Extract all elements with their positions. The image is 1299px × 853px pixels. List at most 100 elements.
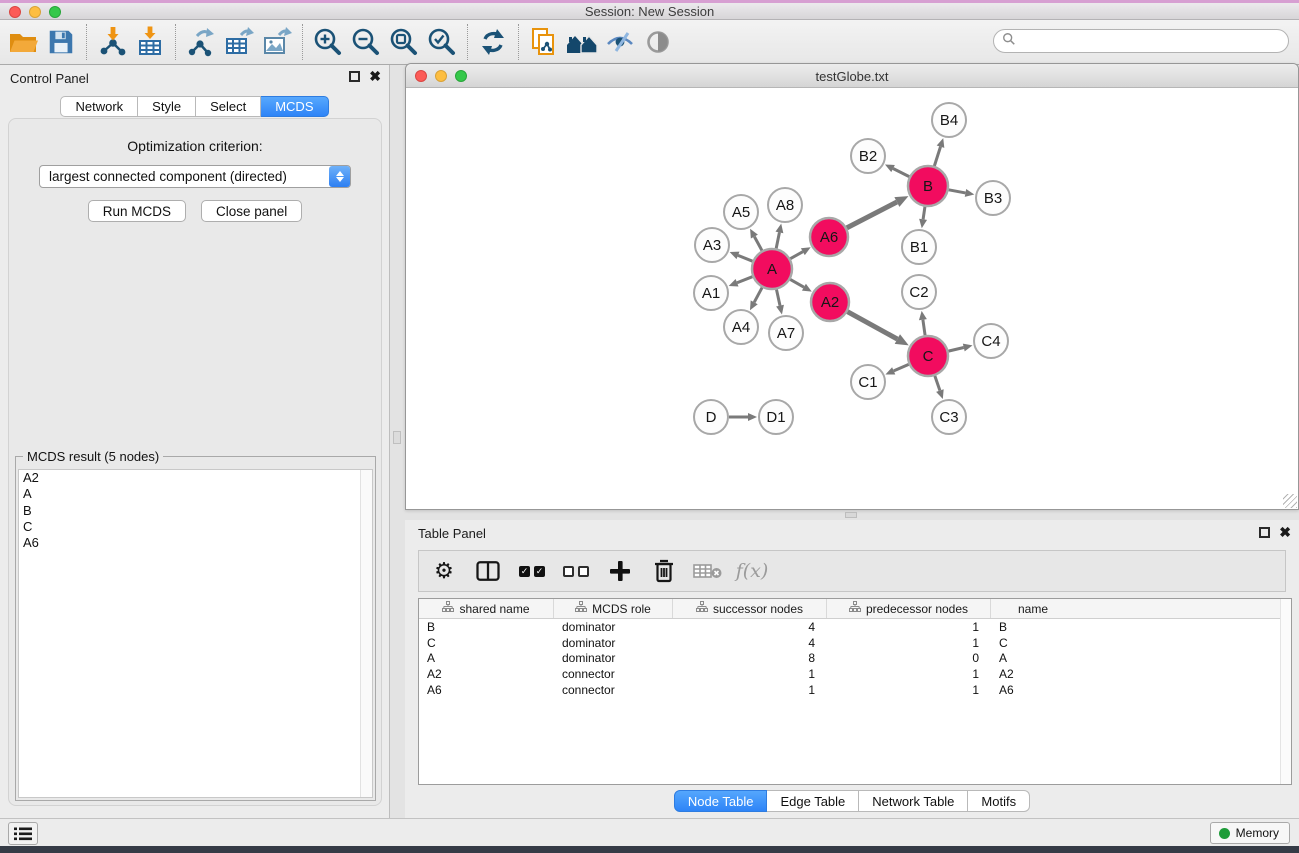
window-resize-grip[interactable] bbox=[1283, 494, 1297, 508]
graph-edge-A-A4[interactable] bbox=[754, 288, 762, 303]
zoom-in-icon[interactable] bbox=[309, 23, 347, 61]
zoom-out-icon[interactable] bbox=[347, 23, 385, 61]
table-cell[interactable]: dominator bbox=[554, 620, 673, 634]
table-cell[interactable]: 4 bbox=[673, 636, 827, 650]
graph-edge-B-B3[interactable] bbox=[949, 190, 966, 193]
table-cell[interactable]: connector bbox=[554, 683, 673, 697]
table-cell[interactable]: 1 bbox=[673, 667, 827, 681]
table-row[interactable]: Bdominator41B bbox=[419, 619, 1291, 635]
search-input[interactable] bbox=[1016, 31, 1288, 51]
open-session-icon[interactable] bbox=[4, 23, 42, 61]
table-cell[interactable]: 1 bbox=[827, 620, 991, 634]
graph-edge-A-A2[interactable] bbox=[790, 279, 804, 287]
column-header-predecessor-nodes[interactable]: predecessor nodes bbox=[827, 599, 991, 618]
graph-edge-C-C3[interactable] bbox=[935, 376, 940, 391]
table-cell[interactable]: A bbox=[991, 651, 1075, 665]
graph-edge-C-C2[interactable] bbox=[923, 320, 925, 335]
table-cell[interactable]: B bbox=[419, 620, 554, 634]
graph-edge-A-A6[interactable] bbox=[790, 252, 803, 259]
tab-select[interactable]: Select bbox=[196, 96, 261, 117]
table-row[interactable]: A6connector11A6 bbox=[419, 682, 1291, 698]
column-header-MCDS-role[interactable]: MCDS role bbox=[554, 599, 673, 618]
refresh-icon[interactable] bbox=[474, 23, 512, 61]
tab-edge-table[interactable]: Edge Table bbox=[767, 790, 859, 812]
save-session-icon[interactable] bbox=[42, 23, 80, 61]
graph-edge-A6-B[interactable] bbox=[847, 202, 897, 228]
table-options-gear-icon[interactable]: ⚙ bbox=[429, 556, 459, 586]
graph-edge-C-C4[interactable] bbox=[948, 347, 963, 351]
graph-edge-A-A8[interactable] bbox=[776, 232, 779, 248]
import-table-icon[interactable] bbox=[131, 23, 169, 61]
close-panel-button[interactable]: Close panel bbox=[201, 200, 302, 222]
add-column-icon[interactable] bbox=[605, 556, 635, 586]
deselect-all-columns-icon[interactable] bbox=[561, 556, 591, 586]
table-row[interactable]: Adominator80A bbox=[419, 650, 1291, 666]
graph-edge-A-A3[interactable] bbox=[738, 255, 753, 261]
graph-edge-B-B1[interactable] bbox=[923, 207, 925, 220]
tab-motifs[interactable]: Motifs bbox=[968, 790, 1030, 812]
table-cell[interactable]: A2 bbox=[419, 667, 554, 681]
network-window-titlebar[interactable]: testGlobe.txt bbox=[406, 64, 1298, 88]
select-all-columns-icon[interactable]: ✓✓ bbox=[517, 556, 547, 586]
splitter-grip[interactable] bbox=[393, 431, 401, 444]
network-canvas[interactable]: B4B2BB3A8A5A6A3B1AA1C2A2A4A7C4CC1C3DD1 bbox=[406, 88, 1298, 509]
close-table-panel-icon[interactable]: ✖ bbox=[1279, 527, 1291, 538]
graph-edge-C-C1[interactable] bbox=[894, 364, 909, 371]
table-row[interactable]: A2connector11A2 bbox=[419, 666, 1291, 682]
optimization-criterion-select[interactable]: largest connected component (directed) bbox=[39, 165, 351, 188]
table-cell[interactable]: 8 bbox=[673, 651, 827, 665]
tab-node-table[interactable]: Node Table bbox=[674, 790, 768, 812]
table-cell[interactable]: 4 bbox=[673, 620, 827, 634]
tab-network-table[interactable]: Network Table bbox=[859, 790, 968, 812]
show-panels-icon[interactable] bbox=[639, 23, 677, 61]
mcds-result-list[interactable]: A2ABCA6 bbox=[18, 469, 373, 798]
table-cell[interactable]: 0 bbox=[827, 651, 991, 665]
table-cell[interactable]: A6 bbox=[991, 683, 1075, 697]
run-mcds-button[interactable]: Run MCDS bbox=[88, 200, 186, 222]
table-row[interactable]: Cdominator41C bbox=[419, 635, 1291, 651]
table-cell[interactable]: 1 bbox=[673, 683, 827, 697]
tab-style[interactable]: Style bbox=[138, 96, 196, 117]
new-network-from-selection-icon[interactable] bbox=[525, 23, 563, 61]
result-list-scrollbar[interactable] bbox=[360, 470, 372, 797]
hide-panels-icon[interactable] bbox=[601, 23, 639, 61]
close-panel-icon[interactable]: ✖ bbox=[369, 71, 381, 82]
table-cell[interactable]: dominator bbox=[554, 651, 673, 665]
table-cell[interactable]: 1 bbox=[827, 667, 991, 681]
table-cell[interactable]: C bbox=[419, 636, 554, 650]
graph-edge-A-A7[interactable] bbox=[776, 290, 780, 306]
home-icon[interactable] bbox=[563, 23, 601, 61]
tab-network[interactable]: Network bbox=[60, 96, 138, 117]
horizontal-splitter[interactable] bbox=[845, 512, 857, 518]
table-cell[interactable]: A2 bbox=[991, 667, 1075, 681]
function-builder-icon[interactable]: f(x) bbox=[737, 556, 767, 586]
split-view-icon[interactable] bbox=[473, 556, 503, 586]
table-scrollbar[interactable] bbox=[1280, 599, 1291, 784]
graph-edge-A2-C[interactable] bbox=[848, 312, 898, 339]
table-cell[interactable]: A6 bbox=[419, 683, 554, 697]
zoom-fit-icon[interactable] bbox=[385, 23, 423, 61]
table-cell[interactable]: 1 bbox=[827, 683, 991, 697]
zoom-selected-icon[interactable] bbox=[423, 23, 461, 61]
task-history-icon[interactable] bbox=[8, 822, 38, 845]
delete-column-trash-icon[interactable] bbox=[649, 556, 679, 586]
float-table-panel-icon[interactable] bbox=[1259, 527, 1270, 538]
tab-mcds[interactable]: MCDS bbox=[261, 96, 328, 117]
graph-edge-B-B4[interactable] bbox=[934, 147, 940, 166]
table-cell[interactable]: connector bbox=[554, 667, 673, 681]
delete-table-icon[interactable] bbox=[693, 556, 723, 586]
export-network-icon[interactable] bbox=[182, 23, 220, 61]
network-graph[interactable]: B4B2BB3A8A5A6A3B1AA1C2A2A4A7C4CC1C3DD1 bbox=[406, 88, 1298, 509]
graph-edge-A-A5[interactable] bbox=[754, 237, 762, 251]
table-cell[interactable]: dominator bbox=[554, 636, 673, 650]
column-header-successor-nodes[interactable]: successor nodes bbox=[673, 599, 827, 618]
column-header-shared-name[interactable]: shared name bbox=[419, 599, 554, 618]
vertical-splitter[interactable] bbox=[391, 65, 405, 818]
table-cell[interactable]: B bbox=[991, 620, 1075, 634]
export-table-icon[interactable] bbox=[220, 23, 258, 61]
table-cell[interactable]: 1 bbox=[827, 636, 991, 650]
column-header-name[interactable]: name bbox=[991, 599, 1075, 618]
table-cell[interactable]: C bbox=[991, 636, 1075, 650]
memory-button[interactable]: Memory bbox=[1210, 822, 1290, 844]
graph-edge-B-B2[interactable] bbox=[893, 169, 909, 177]
